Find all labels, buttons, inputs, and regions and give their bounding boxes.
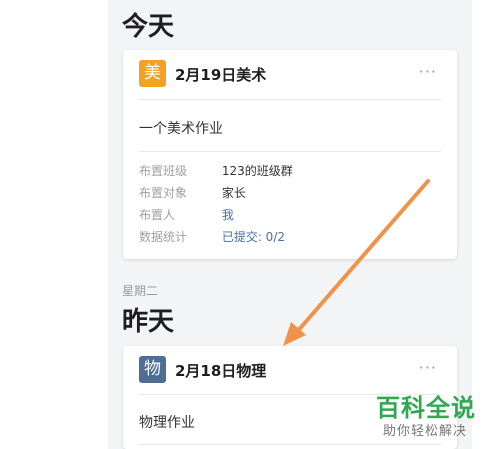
watermark-logo: 百科全说 助你轻松解决 — [370, 388, 494, 446]
watermark-brand: 百科全说 — [376, 394, 476, 422]
watermark-tagline: 助你轻松解决 — [383, 424, 468, 439]
annotation-arrow-icon — [283, 179, 430, 346]
